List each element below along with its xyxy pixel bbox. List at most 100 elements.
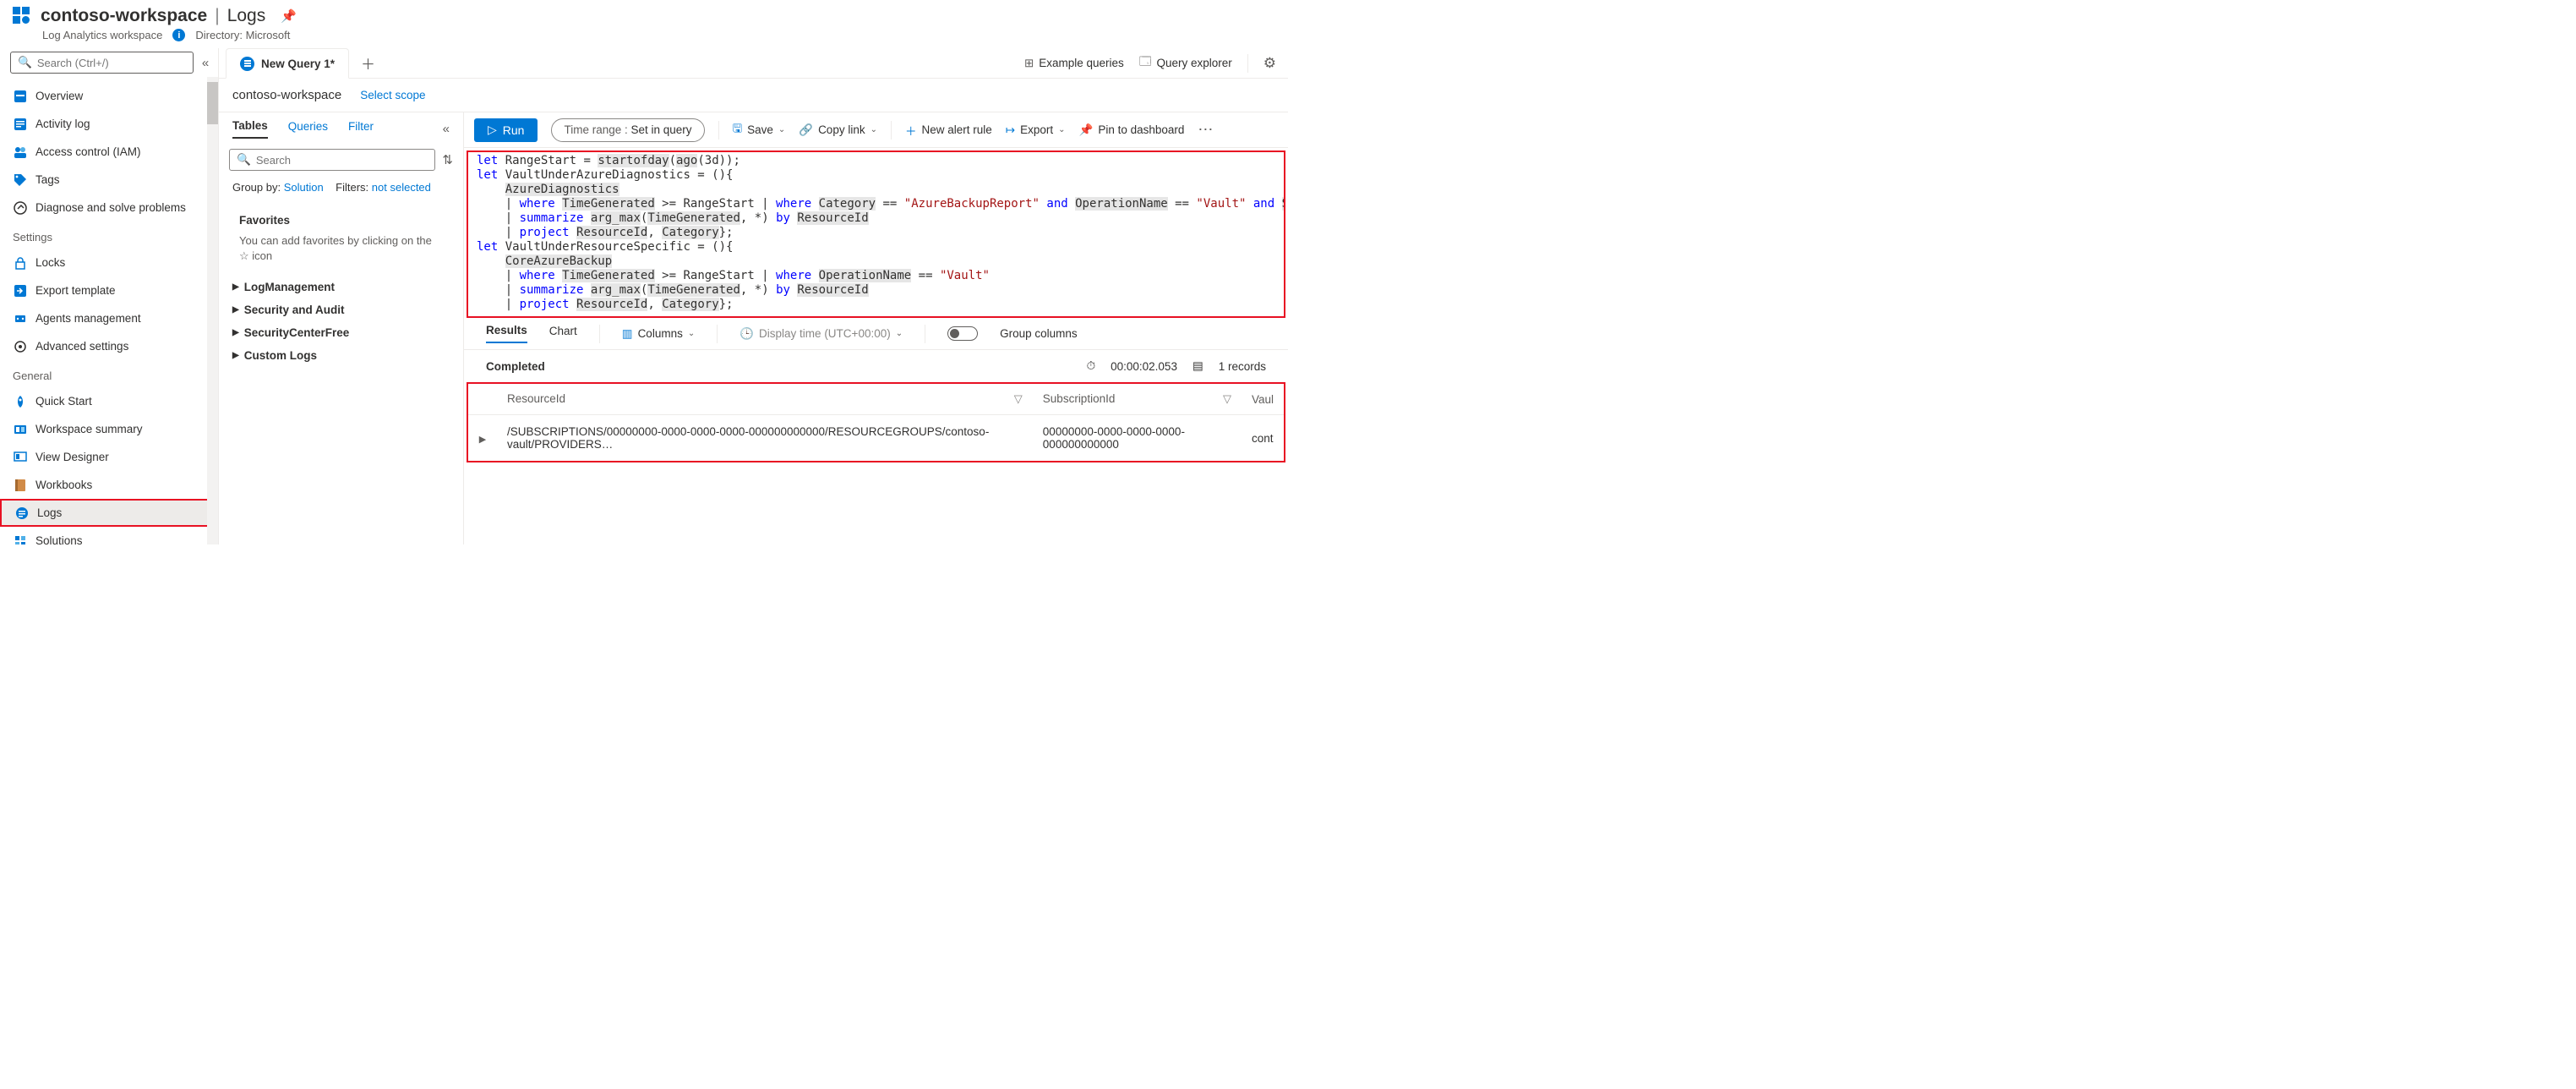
nav-label: Access control (IAM) xyxy=(35,145,141,158)
stopwatch-icon: ⏱ xyxy=(1087,359,1096,373)
columns-icon: ▥ xyxy=(622,327,633,341)
columns-button[interactable]: ▥Columns⌄ xyxy=(622,327,695,341)
tree-item-security-and-audit[interactable]: ▶Security and Audit xyxy=(226,298,456,321)
tree-item-securitycenterfree[interactable]: ▶SecurityCenterFree xyxy=(226,321,456,344)
add-tab-button[interactable]: ＋ xyxy=(349,52,387,74)
expand-row-icon[interactable]: ▶ xyxy=(479,435,486,445)
sidebar-item-advanced-settings[interactable]: Advanced settings xyxy=(0,332,218,360)
export-icon xyxy=(13,283,27,298)
sidebar-item-workbooks[interactable]: Workbooks xyxy=(0,471,218,499)
status-label: Completed xyxy=(486,360,545,373)
settings-gear-icon[interactable]: ⚙ xyxy=(1263,55,1276,72)
collapse-panel-icon[interactable]: « xyxy=(443,122,450,136)
sidebar-item-agents-management[interactable]: Agents management xyxy=(0,304,218,332)
sidebar-item-logs[interactable]: Logs xyxy=(0,499,218,527)
sidebar-search-input[interactable] xyxy=(37,57,186,69)
cell-resourceid: /SUBSCRIPTIONS/00000000-0000-0000-0000-0… xyxy=(497,415,1033,462)
results-table-highlight: ResourceId ▽ SubscriptionId ▽ Vaul ▶ /SU… xyxy=(467,382,1285,462)
filters-value[interactable]: not selected xyxy=(372,181,431,194)
info-icon[interactable]: i xyxy=(172,29,185,41)
nav-label: Workspace summary xyxy=(35,423,143,435)
new-alert-button[interactable]: ＋New alert rule xyxy=(905,122,992,139)
col-resourceid[interactable]: ResourceId ▽ xyxy=(497,384,1033,415)
filters-label: Filters: xyxy=(336,181,368,194)
iam-icon xyxy=(13,145,27,159)
clock-icon: 🕒 xyxy=(740,327,754,341)
star-icon: ☆ xyxy=(239,249,249,262)
sidebar-item-tags[interactable]: Tags xyxy=(0,166,218,194)
agents-icon xyxy=(13,311,27,326)
section-title: Logs xyxy=(227,6,266,26)
select-scope-link[interactable]: Select scope xyxy=(360,89,425,101)
play-icon: ▷ xyxy=(488,123,497,137)
example-queries-button[interactable]: ⊞Example queries xyxy=(1024,57,1124,70)
sidebar-item-locks[interactable]: Locks xyxy=(0,249,218,276)
more-icon[interactable]: ⋯ xyxy=(1198,121,1214,139)
caret-right-icon: ▶ xyxy=(232,305,239,315)
tables-panel: Tables Queries Filter « 🔍 ⇅ Group by: xyxy=(219,112,464,544)
time-range-pill[interactable]: Time range : Set in query xyxy=(551,118,704,142)
query-explorer-button[interactable]: 🗔Query explorer xyxy=(1139,53,1232,73)
scrollbar-thumb[interactable] xyxy=(207,82,218,124)
save-icon: 🖫 xyxy=(733,120,743,140)
sidebar-nav: Overview Activity log Access control (IAM)… xyxy=(0,77,218,544)
col-subscriptionid[interactable]: SubscriptionId ▽ xyxy=(1033,384,1242,415)
sidebar-item-access-control-iam-[interactable]: Access control (IAM) xyxy=(0,138,218,166)
tree-item-logmanagement[interactable]: ▶LogManagement xyxy=(226,276,456,298)
scrollbar-track[interactable] xyxy=(207,77,218,544)
display-time-button[interactable]: 🕒Display time (UTC+00:00)⌄ xyxy=(740,327,903,341)
diagnose-icon xyxy=(13,200,27,215)
sidebar-item-workspace-summary[interactable]: Workspace summary xyxy=(0,415,218,443)
panel-tab-filter[interactable]: Filter xyxy=(348,120,374,138)
query-editor[interactable]: let RangeStart = startofday(ago(3d));let… xyxy=(468,152,1284,316)
nav-label: Diagnose and solve problems xyxy=(35,201,186,214)
sidebar-item-quick-start[interactable]: Quick Start xyxy=(0,387,218,415)
sidebar-item-export-template[interactable]: Export template xyxy=(0,276,218,304)
sidebar-item-diagnose-and-solve-problems[interactable]: Diagnose and solve problems xyxy=(0,194,218,222)
quick-icon xyxy=(13,394,27,408)
tables-search[interactable]: 🔍 xyxy=(229,149,435,171)
link-icon: 🔗 xyxy=(799,123,813,137)
sort-icon[interactable]: ⇅ xyxy=(442,152,453,167)
page-header: contoso-workspace | Logs 📌 xyxy=(0,0,1288,29)
status-row: Completed ⏱ 00:00:02.053 ▤ 1 records xyxy=(464,350,1288,382)
sidebar-item-activity-log[interactable]: Activity log xyxy=(0,110,218,138)
export-button[interactable]: ↦Export⌄ xyxy=(1006,123,1066,137)
panel-tab-queries[interactable]: Queries xyxy=(288,120,328,138)
filter-icon: ▽ xyxy=(1223,392,1231,406)
nav-label: Agents management xyxy=(35,312,141,325)
run-button[interactable]: ▷Run xyxy=(474,118,538,142)
pin-button[interactable]: 📌Pin to dashboard xyxy=(1079,123,1185,137)
query-tab[interactable]: New Query 1* xyxy=(226,48,349,79)
collapse-sidebar-icon[interactable]: « xyxy=(202,56,209,70)
sidebar-item-overview[interactable]: Overview xyxy=(0,82,218,110)
tab-results[interactable]: Results xyxy=(486,324,527,343)
col-vault[interactable]: Vaul xyxy=(1242,384,1284,415)
pin-icon[interactable]: 📌 xyxy=(281,8,297,24)
nav-section-general: General xyxy=(0,360,218,387)
filter-icon: ▽ xyxy=(1014,392,1023,406)
group-by-value[interactable]: Solution xyxy=(284,181,324,194)
workspace-type-label: Log Analytics workspace xyxy=(42,29,162,41)
tree-item-custom-logs[interactable]: ▶Custom Logs xyxy=(226,344,456,367)
nav-label: Quick Start xyxy=(35,395,92,408)
nav-section-settings: Settings xyxy=(0,222,218,249)
nav-label: Overview xyxy=(35,90,83,102)
sidebar-search[interactable]: 🔍 xyxy=(10,52,194,74)
table-row[interactable]: ▶ /SUBSCRIPTIONS/00000000-0000-0000-0000… xyxy=(468,415,1284,462)
save-button[interactable]: 🖫Save⌄ xyxy=(733,120,786,140)
caret-right-icon: ▶ xyxy=(232,328,239,337)
activity-icon xyxy=(13,117,27,131)
copy-link-button[interactable]: 🔗Copy link⌄ xyxy=(799,123,877,137)
table-header-row: ResourceId ▽ SubscriptionId ▽ Vaul xyxy=(468,384,1284,415)
group-by-label: Group by: xyxy=(232,181,281,194)
tables-search-input[interactable] xyxy=(256,154,428,167)
favorites-hint: You can add favorites by clicking on the… xyxy=(219,232,463,276)
query-toolbar: ▷Run Time range : Set in query 🖫Save⌄ 🔗C… xyxy=(464,112,1288,148)
sidebar-item-view-designer[interactable]: View Designer xyxy=(0,443,218,471)
tab-chart[interactable]: Chart xyxy=(549,325,577,342)
panel-tab-tables[interactable]: Tables xyxy=(232,119,268,139)
results-table: ResourceId ▽ SubscriptionId ▽ Vaul ▶ /SU… xyxy=(468,384,1284,461)
sidebar-item-solutions[interactable]: Solutions xyxy=(0,527,218,544)
group-columns-toggle[interactable] xyxy=(947,326,978,341)
